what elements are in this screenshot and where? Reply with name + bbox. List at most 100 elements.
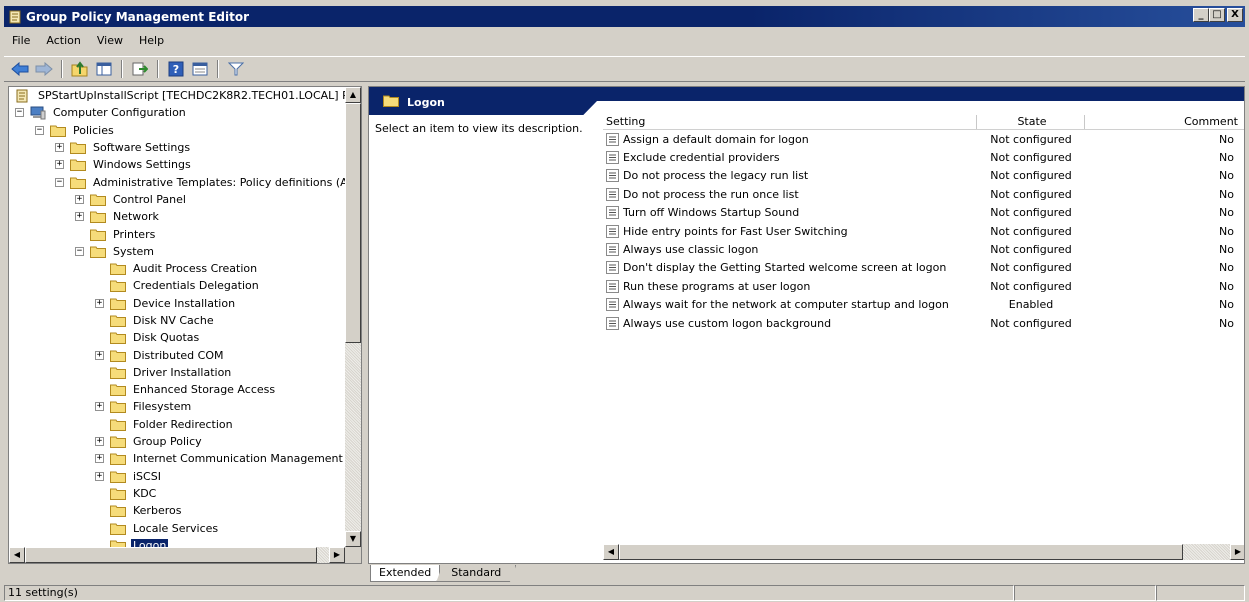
policy-setting-cell: Don't display the Getting Started welcom… (603, 261, 977, 275)
tree-item[interactable]: SPStartUpInstallScript [TECHDC2K8R2.TECH… (9, 87, 345, 104)
expand-icon[interactable]: + (55, 143, 64, 153)
tree-item[interactable]: Locale Services (9, 519, 345, 536)
tree-item[interactable]: Kerberos (9, 502, 345, 519)
tree-item[interactable]: + Control Panel (9, 191, 345, 208)
tree-item[interactable]: + Device Installation (9, 295, 345, 312)
tree-item[interactable]: Printers (9, 225, 345, 242)
policy-row[interactable]: Turn off Windows Startup Sound Not config… (603, 204, 1244, 222)
close-button[interactable]: X (1227, 8, 1243, 22)
menu-view[interactable]: View (89, 32, 131, 52)
policy-setting-name: Don't display the Getting Started welcom… (623, 261, 947, 275)
tree-item[interactable]: + Windows Settings (9, 156, 345, 173)
policy-setting-name: Always use custom logon background (623, 316, 832, 330)
properties-view-icon[interactable] (190, 59, 210, 79)
tree-hscroll-thumb[interactable] (25, 547, 317, 563)
tree-item-label: Printers (113, 227, 156, 241)
tree-item[interactable]: Credentials Delegation (9, 277, 345, 294)
scroll-left-icon[interactable]: ◀ (603, 544, 619, 560)
policy-row[interactable]: Exclude credential providers Not configur… (603, 148, 1244, 166)
details-hscroll-thumb[interactable] (619, 544, 1183, 560)
policy-row[interactable]: Run these programs at user logon Not conf… (603, 277, 1244, 295)
tree-item[interactable]: Disk NV Cache (9, 312, 345, 329)
tree-item[interactable]: + Filesystem (9, 398, 345, 415)
tree-scroll-thumb[interactable] (345, 103, 361, 343)
expand-icon[interactable]: + (75, 212, 84, 222)
tree-item[interactable]: − System (9, 243, 345, 260)
policy-row[interactable]: Always use custom logon background Not co… (603, 314, 1244, 332)
collapse-icon[interactable]: − (15, 108, 24, 118)
policy-row[interactable]: Always wait for the network at computer … (603, 296, 1244, 314)
column-header-state[interactable]: State (977, 115, 1085, 129)
tree-item[interactable]: − Computer Configuration (9, 104, 345, 121)
tree-item-label: Logon (131, 538, 169, 547)
filter-icon[interactable] (226, 59, 246, 79)
maximize-button[interactable]: □ (1209, 8, 1225, 22)
scroll-down-icon[interactable]: ▼ (345, 531, 361, 547)
tree-item[interactable]: Driver Installation (9, 364, 345, 381)
tree-item[interactable]: Logon (9, 537, 345, 547)
expand-icon[interactable]: + (75, 194, 84, 204)
policy-row[interactable]: Assign a default domain for logon Not con… (603, 130, 1244, 148)
tree-item[interactable]: + Group Policy (9, 433, 345, 450)
menu-action[interactable]: Action (38, 32, 88, 52)
expand-icon[interactable]: + (95, 350, 104, 360)
show-hide-tree-icon[interactable] (94, 59, 114, 79)
tree-item[interactable]: + Distributed COM (9, 346, 345, 363)
menu-help[interactable]: Help (131, 32, 172, 52)
policy-row[interactable]: Always use classic logon Not configured No (603, 240, 1244, 258)
policy-comment-cell: No (1219, 151, 1234, 165)
back-icon[interactable] (10, 59, 30, 79)
scroll-corner (345, 547, 361, 563)
tree-item[interactable]: + Internet Communication Management (9, 450, 345, 467)
expand-icon[interactable]: + (55, 160, 64, 170)
column-header-setting[interactable]: Setting (603, 115, 977, 129)
folder-icon (110, 435, 126, 449)
tree-item-label: System (113, 244, 155, 258)
help-icon[interactable]: ? (166, 59, 186, 79)
policy-comment-cell: No (1219, 206, 1234, 220)
window-title: Group Policy Management Editor (26, 9, 250, 24)
expand-icon[interactable]: + (95, 471, 104, 481)
tab-standard[interactable]: Standard (436, 565, 517, 582)
details-horizontal-scrollbar[interactable]: ◀ ▶ (603, 544, 1244, 560)
policy-row[interactable]: Do not process the run once list Not conf… (603, 185, 1244, 203)
column-header-comment[interactable]: Comment (1085, 115, 1244, 129)
policy-comment-cell: No (1219, 132, 1234, 146)
minimize-button[interactable]: _ (1193, 8, 1209, 22)
tree-item[interactable]: − Policies (9, 122, 345, 139)
policy-row[interactable]: Hide entry points for Fast User Switchin… (603, 222, 1244, 240)
collapse-icon[interactable]: − (35, 125, 44, 135)
tree-item[interactable]: + Network (9, 208, 345, 225)
tree-item[interactable]: + iSCSI (9, 468, 345, 485)
tree-item-label: Network (113, 210, 159, 224)
tree-item[interactable]: Enhanced Storage Access (9, 381, 345, 398)
console-tree[interactable]: SPStartUpInstallScript [TECHDC2K8R2.TECH… (8, 86, 362, 564)
tab-extended[interactable]: Extended (370, 565, 441, 582)
tree-vertical-scrollbar[interactable]: ▲ ▼ (345, 87, 361, 547)
scroll-left-icon[interactable]: ◀ (9, 547, 25, 563)
tree-item[interactable]: − Administrative Templates: Policy defini… (9, 173, 345, 190)
policy-row[interactable]: Don't display the Getting Started welcom… (603, 259, 1244, 277)
tree-item[interactable]: KDC (9, 485, 345, 502)
scroll-up-icon[interactable]: ▲ (345, 87, 361, 103)
up-folder-icon[interactable] (70, 59, 90, 79)
tree-horizontal-scrollbar[interactable]: ◀ ▶ (9, 547, 345, 563)
tree-item[interactable]: Folder Redirection (9, 416, 345, 433)
expand-icon[interactable]: + (95, 298, 104, 308)
scroll-right-icon[interactable]: ▶ (1230, 544, 1244, 560)
menu-file[interactable]: File (4, 32, 38, 52)
tree-item[interactable]: Disk Quotas (9, 329, 345, 346)
policy-row[interactable]: Do not process the legacy run list Not co… (603, 167, 1244, 185)
collapse-icon[interactable]: − (55, 177, 64, 187)
expand-icon[interactable]: + (95, 402, 104, 412)
tree-item-label: Kerberos (133, 504, 182, 518)
expand-icon[interactable]: + (95, 437, 104, 447)
forward-icon[interactable] (34, 59, 54, 79)
tree-item[interactable]: Audit Process Creation (9, 260, 345, 277)
folder-icon (70, 158, 86, 172)
scroll-right-icon[interactable]: ▶ (329, 547, 345, 563)
collapse-icon[interactable]: − (75, 246, 84, 256)
export-list-icon[interactable] (130, 59, 150, 79)
tree-item[interactable]: + Software Settings (9, 139, 345, 156)
expand-icon[interactable]: + (95, 454, 104, 464)
